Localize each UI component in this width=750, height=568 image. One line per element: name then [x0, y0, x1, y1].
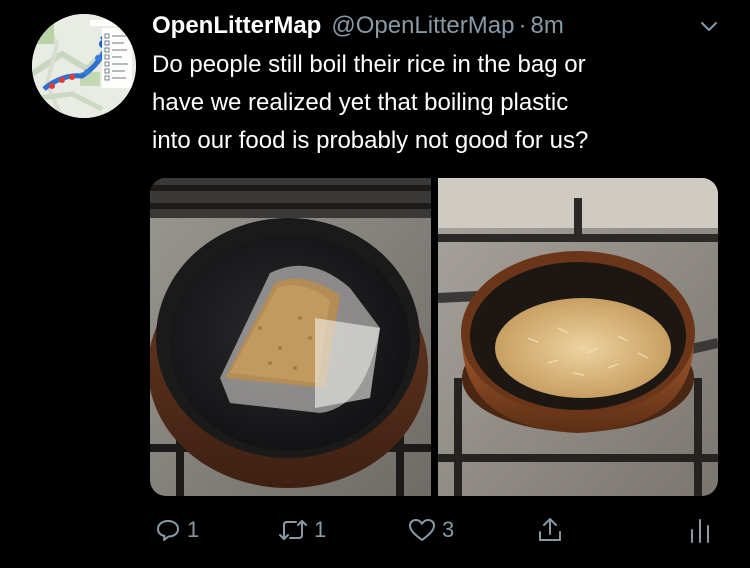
photo-rice-in-bag[interactable] [150, 178, 431, 496]
analytics-icon [691, 519, 709, 543]
display-name[interactable]: OpenLitterMap [152, 12, 321, 40]
share-button[interactable] [536, 512, 564, 548]
user-handle[interactable]: @OpenLitterMap [331, 12, 514, 40]
reply-icon [157, 520, 179, 541]
tweet-text: Do people still boil their rice in the b… [152, 46, 732, 160]
avatar[interactable] [32, 14, 136, 118]
reply-count: 1 [187, 517, 200, 542]
avatar-map-image [32, 14, 136, 118]
like-count: 3 [442, 517, 455, 542]
retweet-button[interactable]: 1 [278, 512, 326, 548]
tweet-timestamp[interactable]: 8m [530, 12, 563, 40]
like-button[interactable]: 3 [408, 512, 454, 548]
analytics-button[interactable] [688, 512, 712, 548]
retweet-icon [279, 520, 307, 540]
separator-dot: · [518, 12, 527, 39]
chevron-down-icon[interactable] [698, 16, 720, 38]
photo-rice-in-pan[interactable] [438, 178, 718, 496]
heart-icon [409, 519, 435, 541]
tweet-media [150, 178, 718, 496]
reply-button[interactable]: 1 [155, 512, 199, 548]
tweet-text-line: into our food is probably not good for u… [152, 127, 589, 154]
share-icon [539, 518, 561, 541]
retweet-count: 1 [314, 517, 327, 542]
tweet-actions: 1 1 3 [150, 512, 720, 552]
tweet-header: OpenLitterMap @OpenLitterMap · 8m [152, 12, 722, 46]
tweet-text-line: have we realized yet that boiling plasti… [152, 89, 569, 116]
tweet-text-line: Do people still boil their rice in the b… [152, 51, 586, 78]
